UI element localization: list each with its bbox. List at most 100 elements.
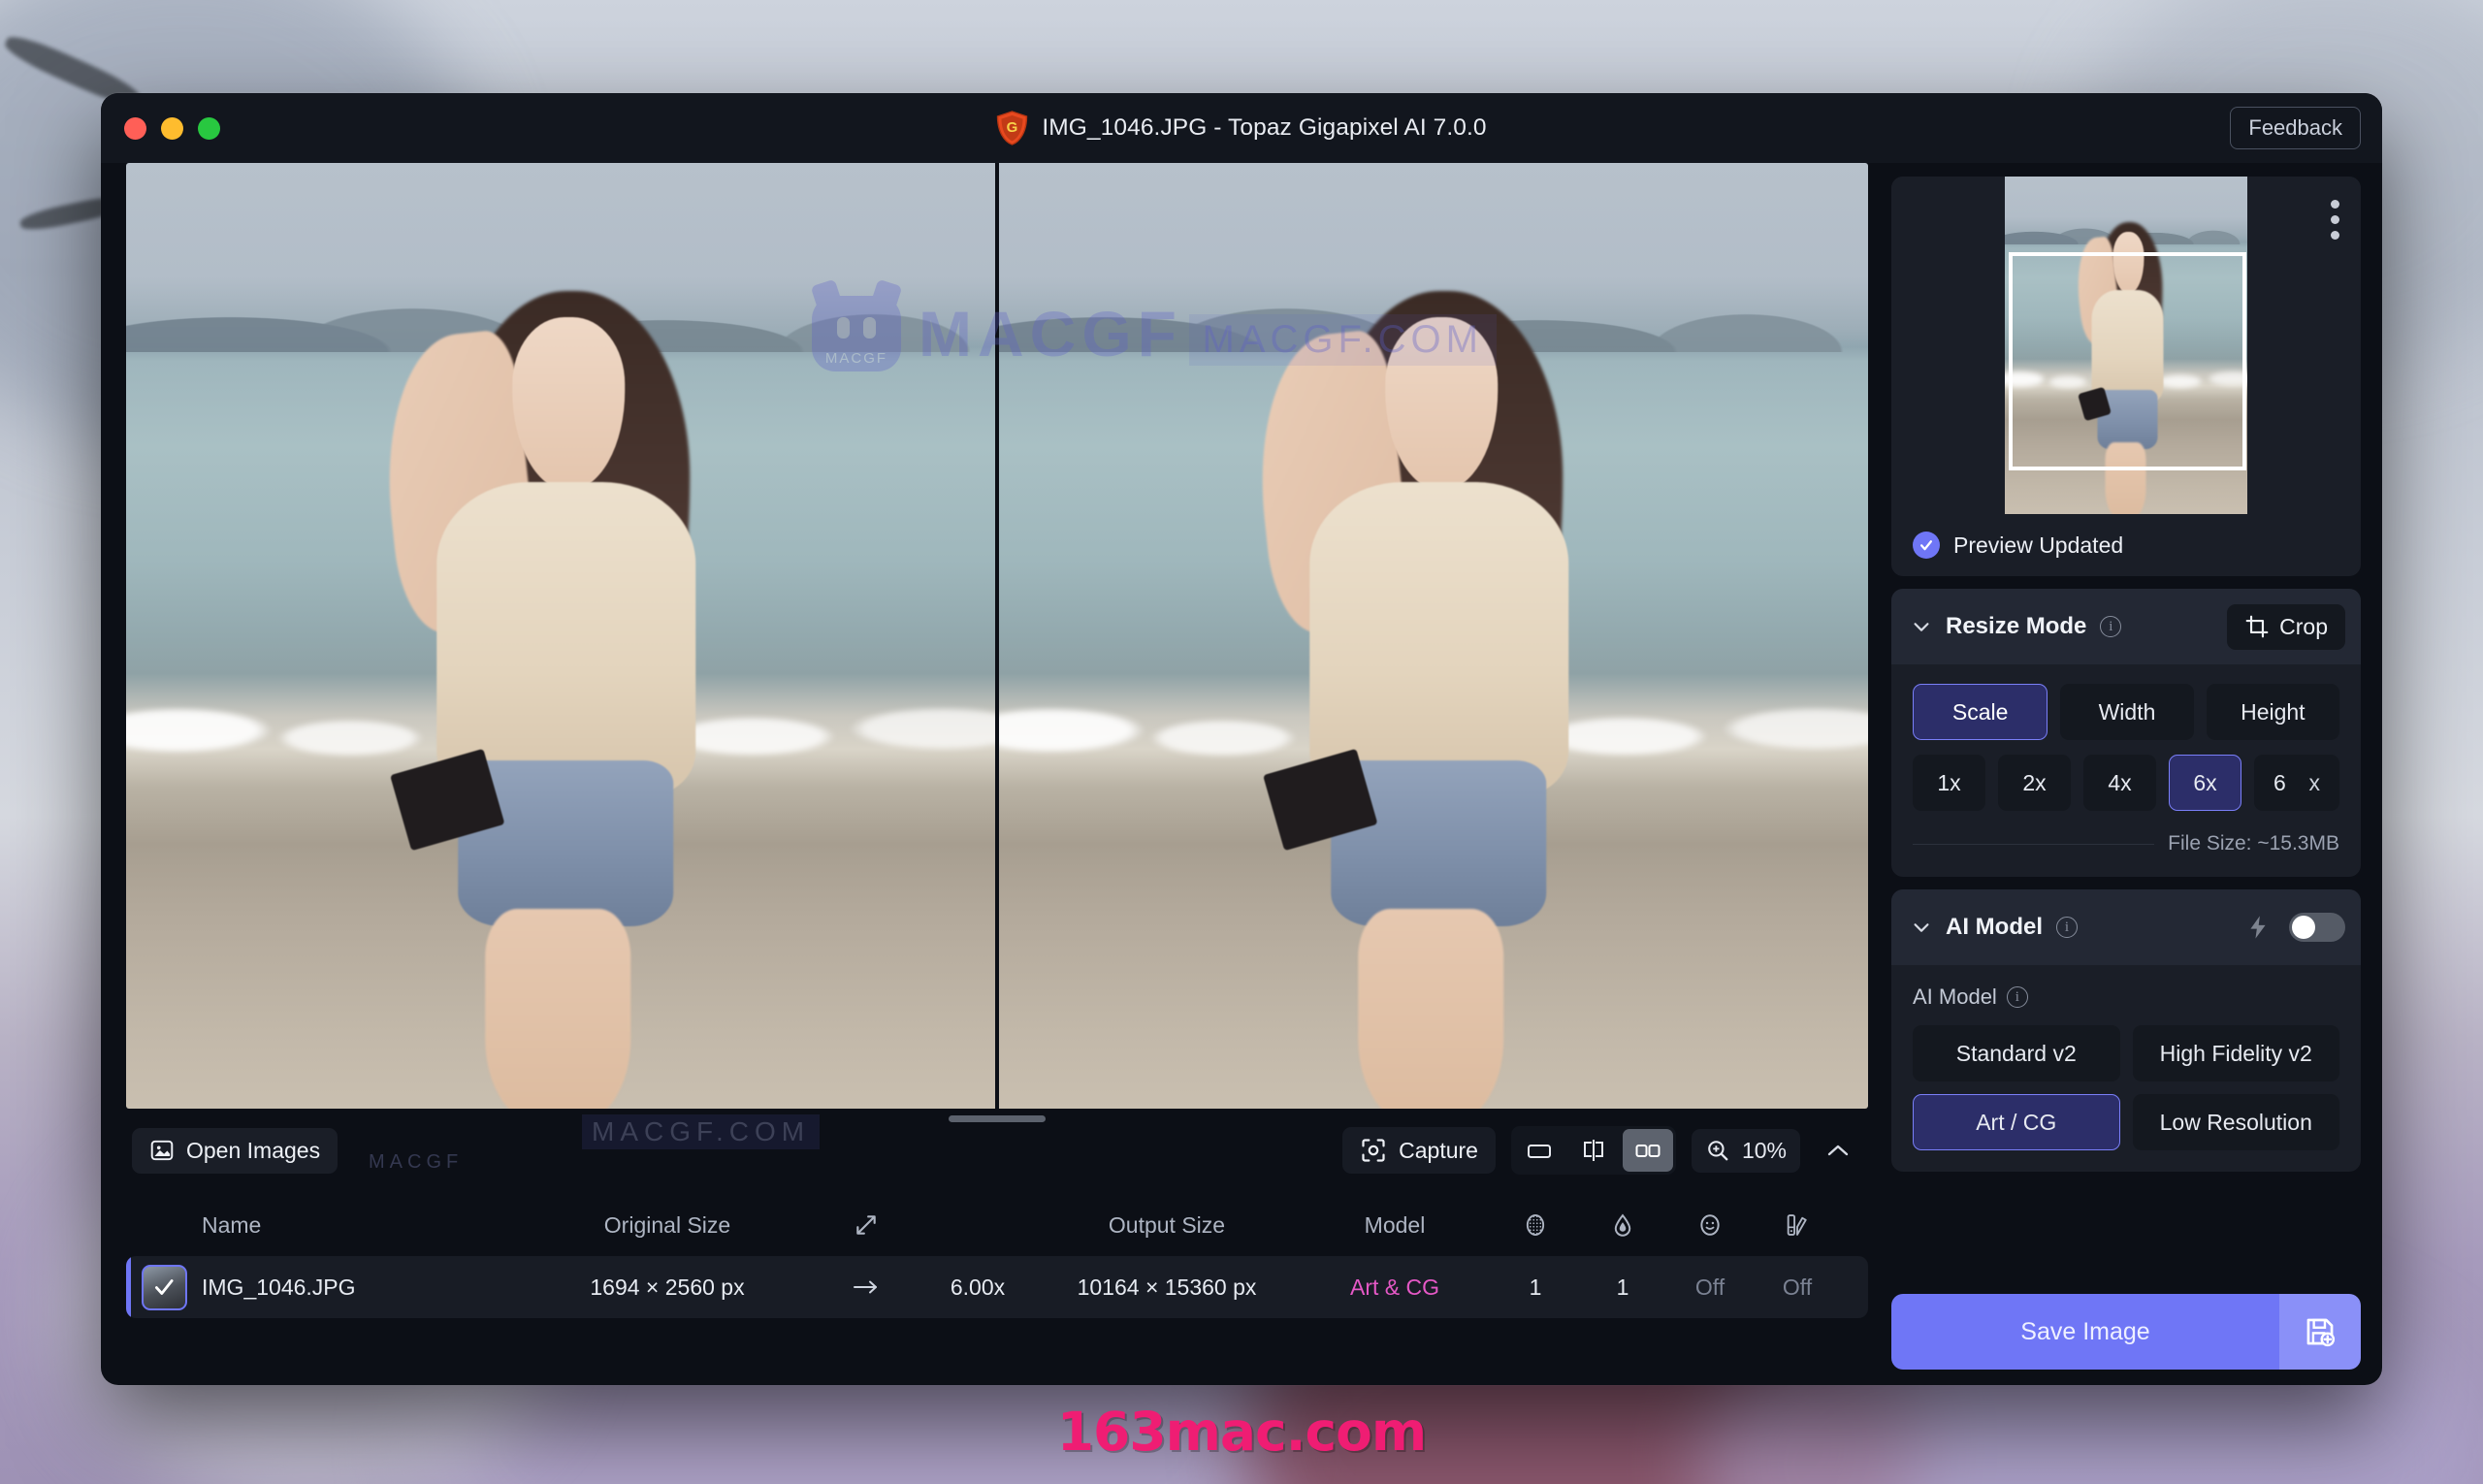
save-as-icon [2304, 1315, 2337, 1348]
split-view-drag-handle[interactable] [949, 1115, 1046, 1122]
view-mode-group [1511, 1126, 1676, 1175]
ai-model-info-icon[interactable]: i [2056, 917, 2078, 938]
left-column: MACGF MACGF MACGF.COM MACGF.COM MACGF [101, 163, 1878, 1385]
viewer-pane-upscaled[interactable] [995, 163, 1868, 1109]
row-color-value[interactable]: Off [1754, 1274, 1841, 1301]
viewer-pane-original[interactable] [126, 163, 995, 1109]
row-blur-value[interactable]: 1 [1579, 1274, 1666, 1301]
upscaled-photo [999, 163, 1868, 1109]
save-as-button[interactable] [2279, 1294, 2361, 1370]
crop-icon [2244, 614, 2270, 639]
resize-mode-info-icon[interactable]: i [2100, 616, 2121, 637]
scale-2x-button[interactable]: 2x [1998, 755, 2071, 811]
header-scale-icon [813, 1212, 919, 1238]
checkmark-icon [151, 1274, 177, 1300]
header-noise-icon-cell[interactable] [1492, 1211, 1579, 1239]
capture-button[interactable]: Capture [1342, 1127, 1496, 1174]
chevron-down-icon[interactable] [1911, 917, 1932, 938]
resize-mode-segments: Scale Width Height [1913, 684, 2339, 740]
open-images-button[interactable]: Open Images [132, 1128, 338, 1174]
header-color-icon-cell[interactable] [1754, 1211, 1841, 1239]
maximize-window-button[interactable] [198, 117, 220, 140]
ai-model-toggle-area [2244, 913, 2345, 942]
resize-mode-width-button[interactable]: Width [2060, 684, 2193, 740]
crop-button[interactable]: Crop [2227, 604, 2345, 650]
table-row[interactable]: IMG_1046.JPG 1694 × 2560 px 6.00x 10164 … [126, 1256, 1868, 1318]
kebab-dot [2331, 231, 2339, 240]
ai-model-sub-info-icon[interactable]: i [2007, 986, 2028, 1008]
zoom-control[interactable]: 10% [1692, 1129, 1800, 1173]
save-image-button[interactable]: Save Image [1891, 1294, 2279, 1370]
header-name[interactable]: Name [202, 1212, 522, 1239]
open-images-label: Open Images [186, 1138, 320, 1164]
feedback-button[interactable]: Feedback [2230, 107, 2361, 149]
resize-mode-header[interactable]: Resize Mode i Crop [1891, 589, 2361, 664]
file-list-table: Name Original Size Output Size Model [126, 1194, 1868, 1318]
ai-model-options: Standard v2 High Fidelity v2 Art / CG Lo… [1913, 1025, 2339, 1150]
preview-crop-region[interactable] [2009, 252, 2246, 470]
zoom-expand-button[interactable] [1816, 1129, 1860, 1172]
viewer-toolbar-right-group: Capture [1342, 1126, 1860, 1175]
window-controls [124, 117, 220, 140]
ai-model-header[interactable]: AI Model i [1891, 889, 2361, 965]
resize-mode-scale-button[interactable]: Scale [1913, 684, 2048, 740]
model-standard-v2-button[interactable]: Standard v2 [1913, 1025, 2120, 1081]
row-original-size: 1694 × 2560 px [522, 1274, 813, 1301]
arrow-right-icon [849, 1276, 884, 1298]
file-size-label: File Size: ~15.3MB [2168, 832, 2339, 855]
chevron-down-icon[interactable] [1911, 616, 1932, 637]
scale-4x-button[interactable]: 4x [2083, 755, 2156, 811]
ai-model-auto-toggle[interactable] [2289, 913, 2345, 942]
custom-scale-input[interactable]: 6 x [2254, 755, 2339, 811]
close-window-button[interactable] [124, 117, 146, 140]
header-original-size[interactable]: Original Size [522, 1212, 813, 1239]
row-noise-value[interactable]: 1 [1492, 1274, 1579, 1301]
toolbar-watermark-small: MACGF [369, 1151, 463, 1174]
row-select-checkbox[interactable] [126, 1265, 202, 1310]
preview-options-menu-button[interactable] [2331, 200, 2339, 240]
title-center-group: G IMG_1046.JPG - Topaz Gigapixel AI 7.0.… [101, 93, 2382, 163]
scale-6x-button[interactable]: 6x [2169, 755, 2241, 811]
scale-presets: 1x 2x 4x 6x 6 x [1913, 755, 2339, 811]
row-model[interactable]: Art & CG [1298, 1274, 1492, 1301]
preview-image-area[interactable] [1891, 177, 2361, 514]
application-window: G IMG_1046.JPG - Topaz Gigapixel AI 7.0.… [101, 93, 2382, 1385]
preview-status-label: Preview Updated [1953, 532, 2123, 559]
header-model[interactable]: Model [1298, 1212, 1492, 1239]
zoom-in-icon [1705, 1138, 1730, 1163]
row-arrow-icon-cell [813, 1276, 919, 1298]
view-mode-single-button[interactable] [1514, 1129, 1564, 1172]
model-low-resolution-button[interactable]: Low Resolution [2133, 1094, 2340, 1150]
color-icon [1784, 1211, 1811, 1239]
chevron-up-icon [1823, 1141, 1853, 1160]
site-watermark: 163mac.com [0, 1401, 2483, 1463]
scale-1x-button[interactable]: 1x [1913, 755, 1985, 811]
toggle-knob [2292, 916, 2315, 939]
blur-icon [1609, 1211, 1636, 1239]
resize-mode-body: Scale Width Height 1x 2x 4x 6x 6 x [1891, 664, 2361, 877]
model-high-fidelity-v2-button[interactable]: High Fidelity v2 [2133, 1025, 2340, 1081]
header-output-size[interactable]: Output Size [1036, 1212, 1298, 1239]
ai-model-panel: AI Model i AI Model [1891, 889, 2361, 1172]
resize-mode-height-button[interactable]: Height [2207, 684, 2339, 740]
file-size-divider [1913, 844, 2154, 845]
row-delete-button[interactable] [1841, 1274, 1868, 1301]
minimize-window-button[interactable] [161, 117, 183, 140]
header-face-icon-cell[interactable] [1666, 1211, 1754, 1239]
header-blur-icon-cell[interactable] [1579, 1211, 1666, 1239]
row-thumbnail-checkbox[interactable] [142, 1265, 187, 1310]
settings-scroll-area: Resize Mode i Crop Scale [1891, 589, 2361, 1281]
view-mode-split-button[interactable] [1568, 1129, 1619, 1172]
custom-scale-unit: x [2309, 770, 2321, 796]
view-mode-side-by-side-button[interactable] [1623, 1129, 1673, 1172]
image-viewer-wrapper: MACGF MACGF MACGF.COM [126, 163, 1868, 1109]
crop-label: Crop [2279, 614, 2328, 640]
image-viewer[interactable]: MACGF MACGF MACGF.COM [126, 163, 1868, 1109]
subject-shirt [1309, 482, 1568, 795]
row-output-size: 10164 × 15360 px [1036, 1274, 1298, 1301]
row-scale-factor: 6.00x [919, 1274, 1036, 1301]
model-art-cg-button[interactable]: Art / CG [1913, 1094, 2120, 1150]
row-face-value[interactable]: Off [1666, 1274, 1754, 1301]
lightning-bolt-icon [2244, 913, 2272, 942]
checkmark-icon [1918, 536, 1935, 554]
